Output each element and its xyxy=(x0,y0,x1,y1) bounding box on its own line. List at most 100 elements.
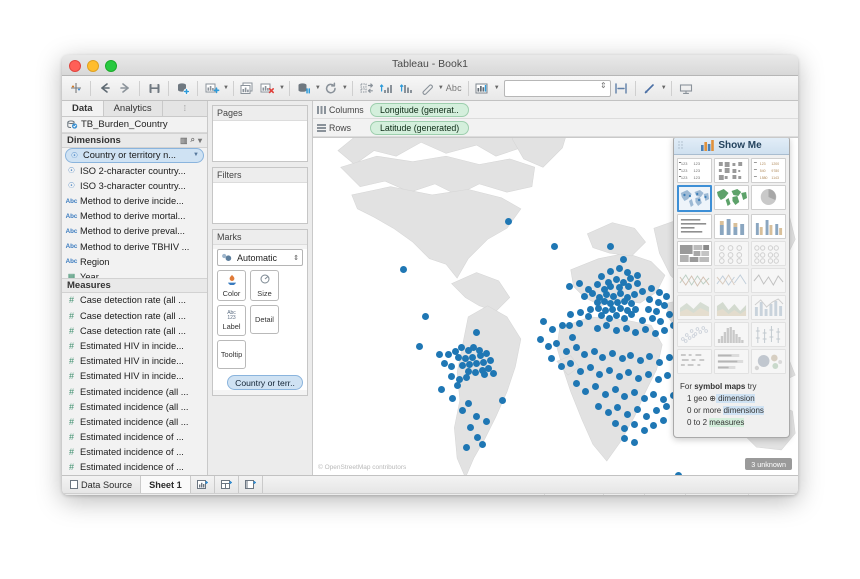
map-mark[interactable] xyxy=(619,256,627,264)
map-mark[interactable] xyxy=(633,271,641,279)
measure-item[interactable]: # Case detection rate (all ... xyxy=(62,293,207,308)
measure-item[interactable]: # Estimated incidence of ... xyxy=(62,445,207,460)
showme-filled-map[interactable] xyxy=(714,185,749,210)
map-mark[interactable] xyxy=(646,295,654,303)
map-mark[interactable] xyxy=(615,373,623,381)
tab-data[interactable]: Data xyxy=(62,101,104,117)
fit-select[interactable] xyxy=(503,79,611,97)
show-me-panel[interactable]: Show Me 123 123 123 123 123 123 123 1200 540 9780… xyxy=(673,138,790,438)
map-mark[interactable] xyxy=(662,292,670,300)
measure-item[interactable]: # Estimated HIV in incide... xyxy=(62,354,207,369)
marks-color-button[interactable]: Color xyxy=(217,270,246,301)
map-mark[interactable] xyxy=(636,356,644,364)
clear-sheet-icon[interactable] xyxy=(258,79,278,98)
fix-axes-icon[interactable] xyxy=(611,79,631,98)
map-mark[interactable] xyxy=(644,370,652,378)
map-mark[interactable] xyxy=(612,326,620,334)
filters-shelf[interactable] xyxy=(213,183,307,223)
showme-horizontal-bars[interactable] xyxy=(677,214,712,239)
map-mark[interactable] xyxy=(604,408,612,416)
showme-scatter-plot[interactable] xyxy=(677,322,712,347)
map-mark[interactable] xyxy=(575,320,583,328)
map-mark[interactable] xyxy=(581,292,589,300)
chevron-down-icon[interactable]: ▼ xyxy=(661,85,667,91)
new-data-source-icon[interactable] xyxy=(173,79,193,98)
new-worksheet-icon[interactable] xyxy=(202,79,222,98)
map-mark[interactable] xyxy=(482,349,490,357)
showme-bullet-graph[interactable] xyxy=(714,349,749,374)
map-mark[interactable] xyxy=(607,282,615,290)
map-mark[interactable] xyxy=(651,330,659,338)
map-mark[interactable] xyxy=(615,264,623,272)
marks-type-select[interactable]: Automatic ⇕ xyxy=(217,249,303,266)
duplicate-sheet-icon[interactable] xyxy=(238,79,258,98)
showme-heat-map[interactable] xyxy=(714,158,749,183)
map-mark[interactable] xyxy=(594,304,602,312)
map-mark[interactable] xyxy=(626,352,634,360)
map-mark[interactable] xyxy=(586,305,594,313)
measure-item[interactable]: # Case detection rate (all ... xyxy=(62,308,207,323)
stepper-arrows-icon[interactable]: ⇕ xyxy=(293,254,299,262)
map-mark[interactable] xyxy=(594,402,602,410)
marks-size-button[interactable]: Size xyxy=(250,270,279,301)
measure-item[interactable]: # Estimated incidence (all ... xyxy=(62,399,207,414)
map-mark[interactable] xyxy=(572,379,580,387)
dimension-item[interactable]: Abc Method to derive incide... xyxy=(62,193,207,208)
showme-dual-combination[interactable] xyxy=(751,295,786,320)
refresh-icon[interactable] xyxy=(321,79,341,98)
presentation-mode-icon[interactable] xyxy=(676,79,696,98)
showme-highlight-table[interactable]: 123 1200 540 9780 1580 1143 xyxy=(751,158,786,183)
map-mark[interactable] xyxy=(624,410,632,418)
map-mark[interactable] xyxy=(611,386,619,394)
map-mark[interactable] xyxy=(539,317,547,325)
measure-item[interactable]: # Estimated HIV in incide... xyxy=(62,338,207,353)
map-canvas[interactable]: © OpenStreetMap contributors 3 unknown S… xyxy=(313,138,798,475)
measure-item[interactable]: # Case detection rate (all ... xyxy=(62,323,207,338)
map-mark[interactable] xyxy=(563,347,571,355)
map-mark[interactable] xyxy=(565,282,573,290)
map-mark[interactable] xyxy=(608,349,616,357)
pages-shelf[interactable] xyxy=(213,121,307,161)
dimension-item[interactable]: Abc Region xyxy=(62,254,207,269)
marks-detail-button[interactable]: Detail xyxy=(250,305,279,334)
measure-item[interactable]: # Estimated incidence of ... xyxy=(62,430,207,445)
datasource-row[interactable]: TB_Burden_Country xyxy=(62,117,207,133)
swap-rows-columns-icon[interactable] xyxy=(357,79,377,98)
map-mark[interactable] xyxy=(453,382,461,389)
chevron-down-icon[interactable]: ▼ xyxy=(494,85,500,91)
unknown-locations-badge[interactable]: 3 unknown xyxy=(745,458,792,470)
map-mark[interactable] xyxy=(625,282,633,290)
showme-pie-chart[interactable] xyxy=(751,185,786,210)
map-mark[interactable] xyxy=(655,358,663,366)
showme-box-plot[interactable] xyxy=(751,322,786,347)
map-mark[interactable] xyxy=(473,359,480,367)
marks-detail-pill[interactable]: Country or terr.. xyxy=(227,375,303,390)
map-mark[interactable] xyxy=(630,388,638,396)
map-mark[interactable] xyxy=(654,299,662,307)
measure-item[interactable]: # Estimated HIV in incide... xyxy=(62,369,207,384)
showme-area-discrete[interactable] xyxy=(714,295,749,320)
showme-symbol-map[interactable] xyxy=(677,185,712,212)
showme-lines-discrete[interactable] xyxy=(714,268,749,293)
map-mark[interactable] xyxy=(435,351,443,359)
new-story-tab-icon[interactable] xyxy=(239,476,263,493)
data-pane-collapse-icon[interactable]: ⁞ xyxy=(163,101,207,116)
map-mark[interactable] xyxy=(590,347,598,355)
measure-item[interactable]: # Estimated incidence (all ... xyxy=(62,414,207,429)
columns-shelf[interactable]: Columns Longitude (generat.. xyxy=(313,101,798,119)
show-me-header[interactable]: Show Me xyxy=(674,138,789,155)
tab-data-source[interactable]: Data Source xyxy=(62,476,142,493)
map-mark[interactable] xyxy=(575,280,583,288)
map-mark[interactable] xyxy=(606,366,614,374)
dimension-item[interactable]: Abc Method to derive preval... xyxy=(62,224,207,239)
show-mark-labels-icon[interactable]: Abc xyxy=(444,79,464,98)
group-by-folder-icon[interactable]: ▥ xyxy=(180,136,188,145)
dimension-item[interactable]: Abc Method to derive mortal... xyxy=(62,209,207,224)
map-mark[interactable] xyxy=(630,420,638,428)
dimension-item[interactable]: ☉ ISO 3-character country... xyxy=(62,178,207,193)
marks-label-button[interactable]: Abc 123 Label xyxy=(217,305,246,336)
new-dashboard-tab-icon[interactable] xyxy=(215,476,239,493)
map-mark[interactable] xyxy=(489,369,497,377)
map-mark[interactable] xyxy=(612,275,620,283)
format-icon[interactable] xyxy=(640,79,660,98)
